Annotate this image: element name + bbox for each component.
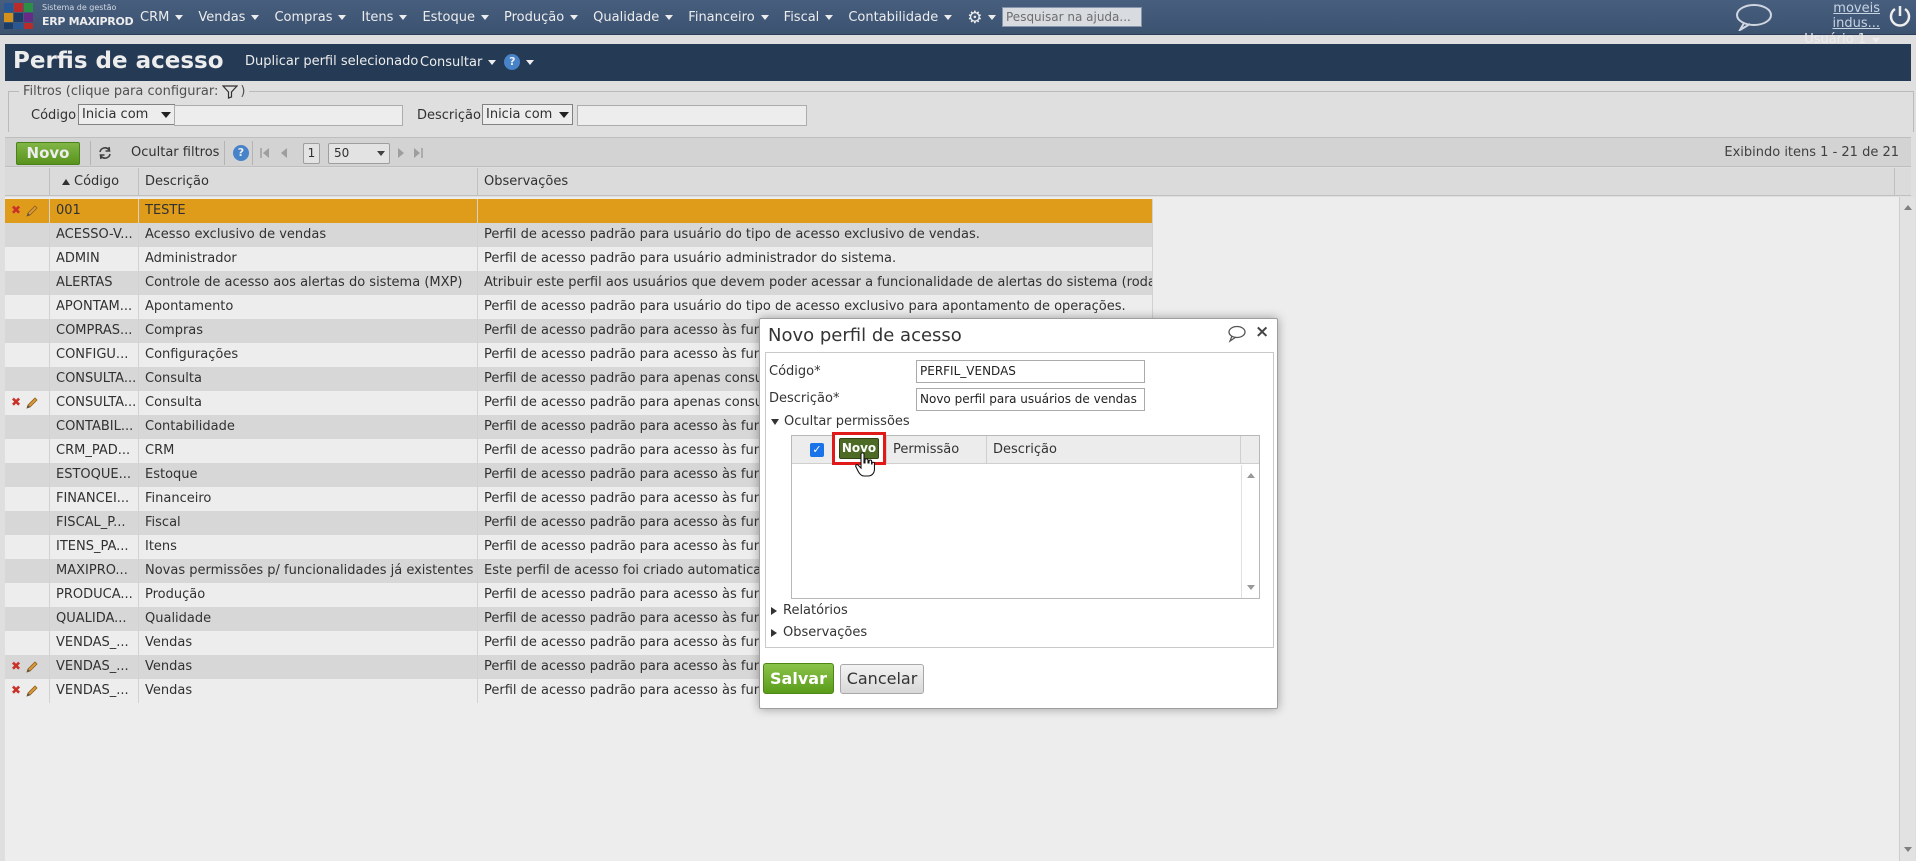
toggle-relatorios[interactable]: Relatórios (771, 603, 848, 618)
dialog-form-panel: Código* PERFIL_VENDAS Descrição* Novo pe… (765, 352, 1274, 648)
descricao-label: Descrição* (769, 391, 840, 406)
close-icon[interactable]: × (1255, 322, 1269, 342)
permissao-column-header[interactable]: Permissão (887, 436, 987, 464)
save-button[interactable]: Salvar (763, 663, 834, 694)
permissions-scrollbar[interactable] (1241, 465, 1259, 598)
expand-down-icon (771, 418, 779, 425)
toggle-relatorios-label: Relatórios (783, 603, 848, 618)
new-profile-dialog: Novo perfil de acesso × Código* PERFIL_V… (759, 318, 1278, 709)
descricao-field[interactable]: Novo perfil para usuários de vendas (916, 388, 1145, 411)
codigo-field[interactable]: PERFIL_VENDAS (916, 360, 1145, 383)
expand-right-icon (771, 628, 777, 637)
hand-cursor-icon (855, 452, 875, 477)
toggle-observacoes[interactable]: Observações (771, 625, 867, 640)
scroll-up-icon[interactable] (1247, 473, 1255, 478)
descricao-column-header[interactable]: Descrição (987, 436, 1241, 464)
cancel-button[interactable]: Cancelar (840, 664, 924, 694)
scroll-down-icon[interactable] (1247, 585, 1255, 590)
comment-icon[interactable] (1227, 325, 1247, 343)
toggle-observacoes-label: Observações (783, 625, 868, 640)
toggle-permissions-label: Ocultar permissões (784, 414, 910, 429)
toggle-permissions[interactable]: Ocultar permissões (771, 414, 910, 429)
expand-right-icon (771, 606, 777, 615)
dialog-title: Novo perfil de acesso (768, 325, 962, 346)
select-all-checkbox[interactable]: ✓ (810, 443, 824, 457)
codigo-label: Código* (769, 364, 821, 379)
